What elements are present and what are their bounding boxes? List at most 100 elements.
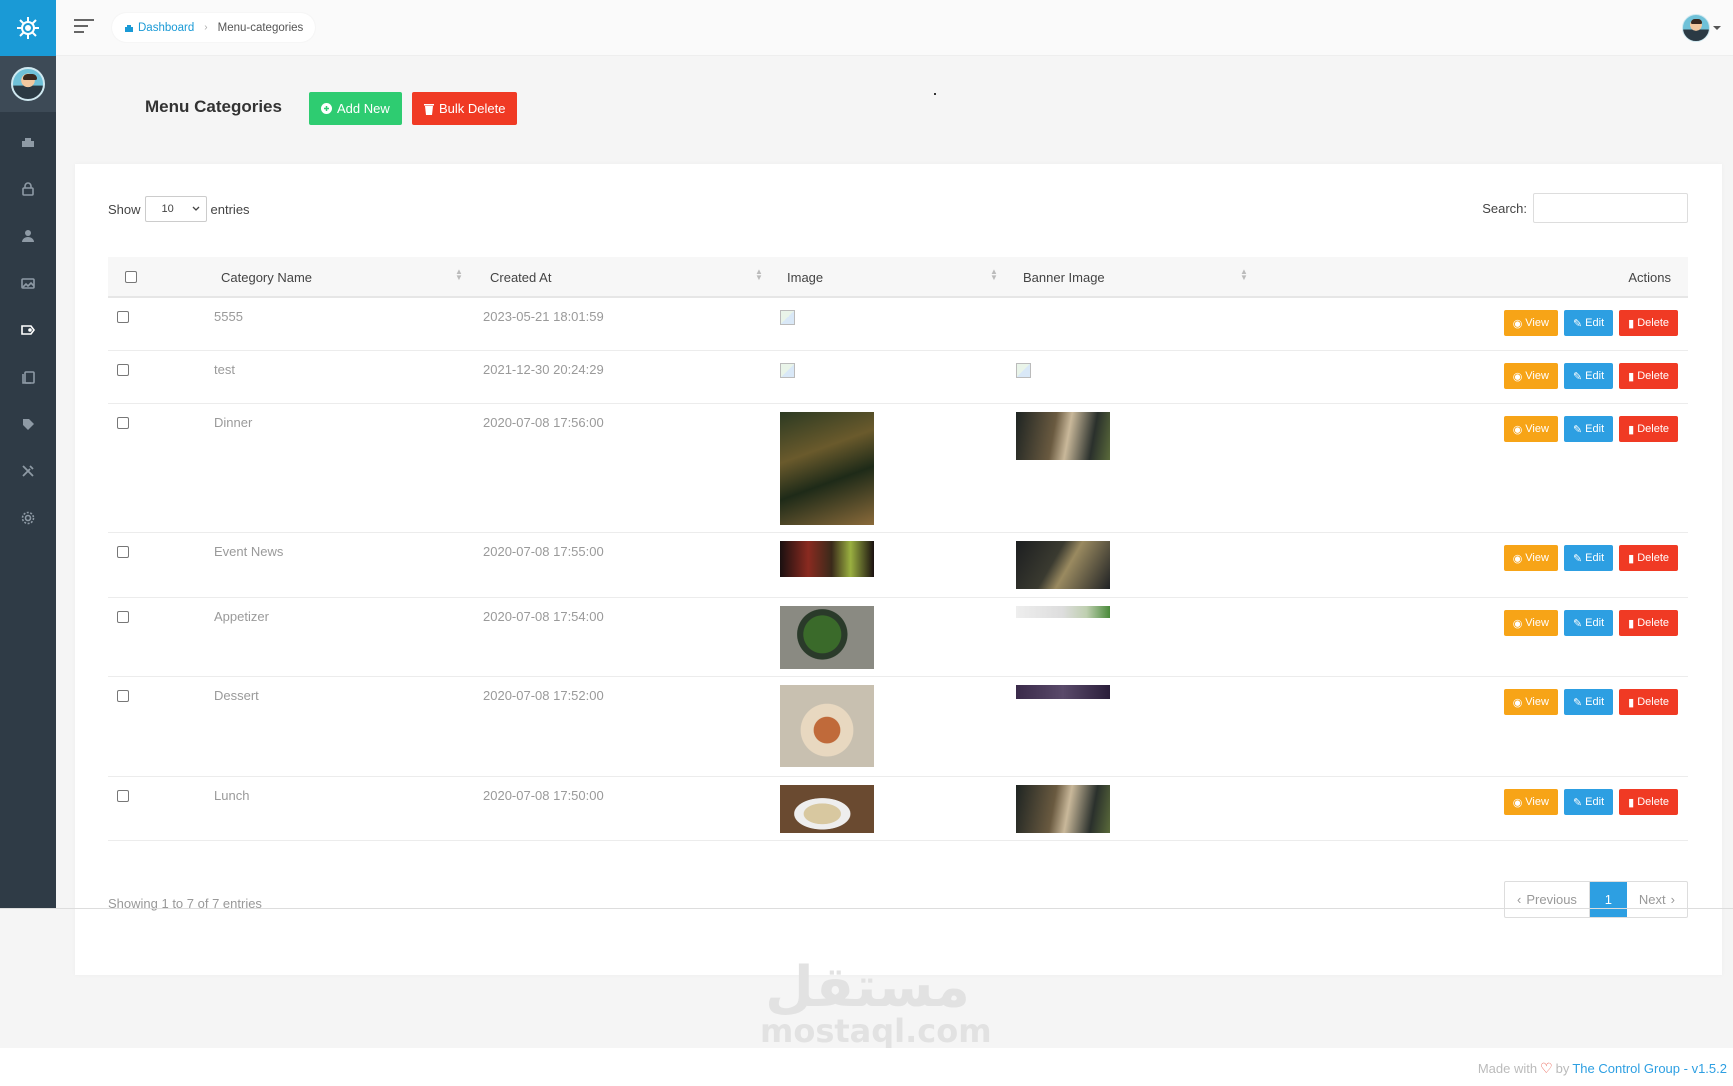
banner-broken-image-icon bbox=[1016, 363, 1031, 378]
sort-icon[interactable]: ▲ ▼ bbox=[1240, 268, 1248, 282]
row-checkbox[interactable] bbox=[117, 546, 129, 558]
row-checkbox[interactable] bbox=[117, 690, 129, 702]
view-button[interactable]: ◉ View bbox=[1503, 689, 1558, 715]
edit-button[interactable]: ✎ Edit bbox=[1563, 545, 1614, 571]
select-all-checkbox[interactable] bbox=[125, 271, 137, 283]
pencil-icon: ✎ bbox=[1572, 370, 1583, 383]
delete-button[interactable]: ▮ Delete bbox=[1619, 363, 1678, 389]
page-footer: Made with ♡ by The Control Group - v1.5.… bbox=[0, 1048, 1733, 1086]
edit-button[interactable]: ✎ Edit bbox=[1563, 310, 1614, 336]
image-salad-bowl-photo bbox=[780, 606, 874, 669]
delete-button[interactable]: ▮ Delete bbox=[1619, 545, 1678, 571]
row-checkbox[interactable] bbox=[117, 364, 129, 376]
eye-icon: ◉ bbox=[1512, 617, 1523, 630]
column-header-actions: Actions bbox=[1628, 270, 1671, 285]
sidebar-item-copy-icon[interactable] bbox=[0, 353, 56, 400]
trash-icon: ▮ bbox=[1628, 696, 1635, 709]
row-checkbox[interactable] bbox=[117, 790, 129, 802]
created-at: 2020-07-08 17:52:00 bbox=[483, 688, 604, 703]
row-checkbox[interactable] bbox=[117, 611, 129, 623]
sidebar-item-user-icon[interactable] bbox=[0, 212, 56, 259]
category-name: Event News bbox=[214, 544, 284, 559]
edit-label: Edit bbox=[1585, 796, 1605, 808]
edit-button[interactable]: ✎ Edit bbox=[1563, 689, 1614, 715]
topbar: Dashboard › Menu-categories bbox=[56, 0, 1733, 56]
image-broken-image-icon bbox=[780, 310, 795, 325]
view-button[interactable]: ◉ View bbox=[1503, 416, 1558, 442]
banner-dining-table-candles-photo bbox=[1016, 412, 1110, 460]
next-button[interactable]: Next › bbox=[1627, 882, 1687, 917]
view-button[interactable]: ◉ View bbox=[1503, 610, 1558, 636]
plus-circle-icon bbox=[321, 103, 332, 114]
row-checkbox[interactable] bbox=[117, 417, 129, 429]
created-at: 2021-12-30 20:24:29 bbox=[483, 362, 604, 377]
sidebar-user[interactable] bbox=[0, 56, 56, 112]
bulk-delete-button[interactable]: Bulk Delete bbox=[412, 92, 518, 125]
image-cocktail-fruit-photo bbox=[780, 541, 874, 577]
created-at: 2020-07-08 17:56:00 bbox=[483, 415, 604, 430]
delete-button[interactable]: ▮ Delete bbox=[1619, 310, 1678, 336]
edit-button[interactable]: ✎ Edit bbox=[1563, 416, 1614, 442]
row-checkbox[interactable] bbox=[117, 311, 129, 323]
banner-purple-strip-photo bbox=[1016, 685, 1110, 699]
sidebar-item-lock-icon[interactable] bbox=[0, 165, 56, 212]
edit-button[interactable]: ✎ Edit bbox=[1563, 610, 1614, 636]
avatar bbox=[11, 67, 45, 101]
sidebar-item-tags-icon[interactable] bbox=[0, 400, 56, 447]
stray-dot bbox=[934, 93, 936, 95]
delete-button[interactable]: ▮ Delete bbox=[1619, 689, 1678, 715]
delete-label: Delete bbox=[1637, 423, 1669, 435]
trash-icon: ▮ bbox=[1628, 317, 1635, 330]
edit-button[interactable]: ✎ Edit bbox=[1563, 363, 1614, 389]
column-header-banner-image[interactable]: Banner Image bbox=[1023, 270, 1105, 285]
created-at: 2020-07-08 17:50:00 bbox=[483, 788, 604, 803]
pencil-icon: ✎ bbox=[1572, 796, 1583, 809]
created-at: 2023-05-21 18:01:59 bbox=[483, 309, 604, 324]
view-button[interactable]: ◉ View bbox=[1503, 789, 1558, 815]
sort-icon[interactable]: ▲ ▼ bbox=[990, 268, 998, 282]
add-new-button[interactable]: Add New bbox=[309, 92, 402, 125]
view-button[interactable]: ◉ View bbox=[1503, 545, 1558, 571]
created-at: 2020-07-08 17:55:00 bbox=[483, 544, 604, 559]
by-label: by bbox=[1555, 1061, 1570, 1076]
delete-button[interactable]: ▮ Delete bbox=[1619, 416, 1678, 442]
caret-down-icon bbox=[1713, 26, 1721, 30]
categories-card: Show 10 entries Search: Category Name ▲ ▼… bbox=[75, 164, 1722, 975]
trash-icon: ▮ bbox=[1628, 552, 1635, 565]
search-input[interactable] bbox=[1533, 193, 1688, 223]
column-header-image[interactable]: Image bbox=[787, 270, 823, 285]
entries-value: 10 bbox=[161, 203, 174, 215]
view-label: View bbox=[1525, 696, 1549, 708]
delete-label: Delete bbox=[1637, 796, 1669, 808]
company-link[interactable]: The Control Group - v1.5.2 bbox=[1572, 1061, 1727, 1076]
sort-icon[interactable]: ▲ ▼ bbox=[755, 268, 763, 282]
row-actions: ◉ View ✎ Edit ▮ Delete bbox=[1503, 689, 1678, 715]
sidebar-item-tag-icon[interactable] bbox=[0, 306, 56, 353]
breadcrumb-home-link[interactable]: Dashboard bbox=[124, 22, 194, 34]
created-at: 2020-07-08 17:54:00 bbox=[483, 609, 604, 624]
view-button[interactable]: ◉ View bbox=[1503, 310, 1558, 336]
delete-button[interactable]: ▮ Delete bbox=[1619, 789, 1678, 815]
sidebar-item-tools-icon[interactable] bbox=[0, 447, 56, 494]
trash-icon: ▮ bbox=[1628, 617, 1635, 630]
image-restaurant-plants-photo bbox=[780, 412, 874, 525]
user-menu[interactable] bbox=[1682, 14, 1721, 42]
logo-helm-icon[interactable] bbox=[0, 0, 56, 56]
edit-button[interactable]: ✎ Edit bbox=[1563, 789, 1614, 815]
delete-button[interactable]: ▮ Delete bbox=[1619, 610, 1678, 636]
menu-toggle-icon[interactable] bbox=[74, 19, 94, 35]
column-header-created-at[interactable]: Created At bbox=[490, 270, 551, 285]
column-header-category-name[interactable]: Category Name bbox=[221, 270, 312, 285]
entries-select[interactable]: 10 bbox=[144, 196, 207, 222]
banner-dining-table-candles-photo bbox=[1016, 785, 1110, 833]
page-1-button[interactable]: 1 bbox=[1589, 882, 1627, 917]
category-name: Appetizer bbox=[214, 609, 269, 624]
watermark-latin: mostaql.com bbox=[760, 1012, 992, 1050]
divider bbox=[0, 908, 1733, 909]
previous-button[interactable]: ‹ Previous bbox=[1505, 882, 1590, 917]
sidebar-item-dashboard-icon[interactable] bbox=[0, 118, 56, 165]
sidebar-item-gear-icon[interactable] bbox=[0, 494, 56, 541]
view-button[interactable]: ◉ View bbox=[1503, 363, 1558, 389]
sidebar-item-image-icon[interactable] bbox=[0, 259, 56, 306]
sort-icon[interactable]: ▲ ▼ bbox=[455, 268, 463, 282]
